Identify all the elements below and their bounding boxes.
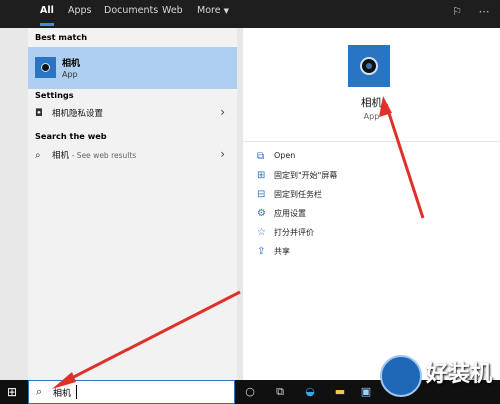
- arrow-to-search: [52, 290, 241, 389]
- watermark-logo: 好装机: [380, 354, 498, 400]
- annotation-arrows: [52, 96, 425, 389]
- watermark-eye-icon: [380, 355, 422, 397]
- arrow-to-app-title: [379, 96, 425, 219]
- watermark-text: 好装机: [426, 362, 493, 387]
